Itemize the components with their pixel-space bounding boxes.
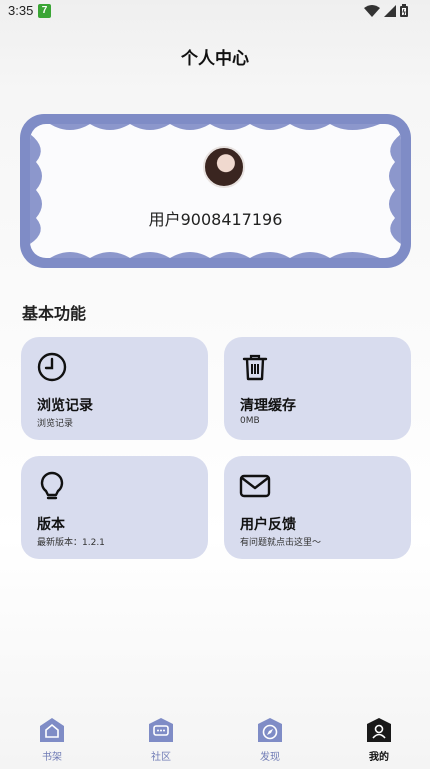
cloud-pattern-top	[50, 124, 380, 130]
nav-item-community[interactable]: 社区	[131, 717, 191, 763]
profile-card[interactable]: 用户9008417196	[20, 114, 411, 268]
compass-icon	[258, 718, 282, 742]
status-time: 3:35	[8, 3, 34, 18]
tile-title: 版本	[37, 517, 65, 533]
feedback-tile[interactable]: 用户反馈 有问题就点击这里～	[224, 456, 411, 559]
chat-icon	[149, 718, 173, 742]
section-title: 基本功能	[22, 304, 87, 323]
lightbulb-icon	[40, 471, 64, 500]
nav-label: 社区	[151, 752, 171, 763]
bottom-nav: 书架 社区 发现 我的	[0, 709, 430, 769]
user-icon	[367, 718, 391, 742]
nav-item-mine[interactable]: 我的	[349, 717, 409, 763]
nav-label: 发现	[260, 752, 280, 763]
avatar[interactable]	[203, 146, 245, 188]
cloud-pattern-bottom	[50, 252, 380, 258]
nav-item-discover[interactable]: 发现	[240, 717, 300, 763]
nav-item-bookshelf[interactable]: 书架	[22, 717, 82, 763]
battery-icon	[400, 4, 408, 17]
clear-cache-tile[interactable]: 清理缓存 0MB	[224, 337, 411, 440]
profile-card-inner: 用户9008417196	[30, 124, 401, 258]
nav-label: 我的	[369, 752, 389, 763]
app-notification-icon: 7	[38, 4, 51, 18]
clock-icon	[37, 352, 67, 382]
tile-title: 浏览记录	[37, 398, 93, 414]
signal-icon	[384, 4, 396, 17]
trash-icon	[242, 354, 268, 381]
nav-label: 书架	[42, 752, 62, 763]
tile-title: 清理缓存	[240, 398, 296, 414]
username: 用户9008417196	[148, 210, 283, 229]
page-title: 个人中心	[181, 49, 249, 69]
browse-history-tile[interactable]: 浏览记录 浏览记录	[21, 337, 208, 440]
envelope-icon	[239, 474, 271, 498]
status-bar: 3:35 7	[0, 0, 430, 24]
wifi-icon	[364, 4, 380, 17]
tile-subtitle: 0MB	[240, 416, 260, 426]
tile-title: 用户反馈	[240, 517, 296, 533]
status-icons	[364, 4, 408, 17]
home-icon	[40, 718, 64, 742]
tile-subtitle: 有问题就点击这里～	[240, 538, 322, 548]
tile-subtitle: 浏览记录	[37, 419, 74, 429]
tile-subtitle: 最新版本：1.2.1	[37, 538, 105, 548]
version-tile[interactable]: 版本 最新版本：1.2.1	[21, 456, 208, 559]
